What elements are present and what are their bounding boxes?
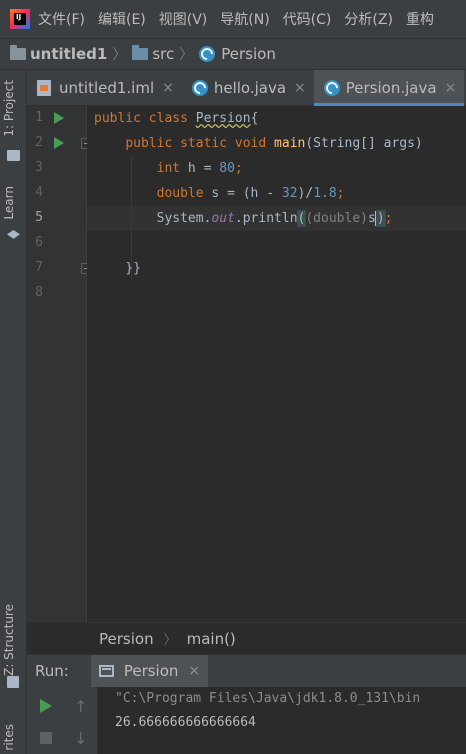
run-toolbar: ↑ ↓	[27, 687, 97, 754]
intellij-logo-icon: IJ	[10, 9, 30, 29]
code-crumb-method[interactable]: main()	[187, 630, 236, 648]
line-number: 1	[35, 110, 43, 125]
source-folder-icon	[132, 45, 149, 60]
run-label: Run:	[35, 662, 69, 680]
editor-gutter: 1 2 3 4 5 6 7 8	[27, 106, 92, 622]
java-class-icon	[199, 46, 216, 62]
editor-tabs: untitled1.iml × hello.java × Persion.jav…	[27, 70, 466, 106]
java-class-icon	[191, 80, 208, 96]
java-class-icon	[323, 80, 340, 96]
run-main-icon[interactable]	[54, 137, 64, 149]
console-output-line: 26.666666666666664	[115, 715, 256, 730]
rerun-icon[interactable]	[40, 699, 52, 713]
menu-view[interactable]: 视图(V)	[159, 9, 208, 29]
run-tab-persion[interactable]: Persion ×	[90, 654, 209, 688]
breadcrumb-src[interactable]: src	[152, 45, 174, 63]
menu-bar: IJ 文件(F) 编辑(E) 视图(V) 导航(N) 代码(C) 分析(Z) 重…	[0, 0, 466, 38]
tab-label: Persion.java	[345, 79, 437, 97]
line-number: 4	[35, 185, 43, 200]
run-tab-label: Persion	[123, 662, 179, 680]
line-number-current: 5	[35, 210, 43, 225]
close-icon[interactable]: ×	[445, 80, 457, 96]
stop-icon[interactable]	[40, 732, 52, 744]
console-icon	[98, 665, 114, 677]
structure-icon	[7, 676, 19, 688]
code-line-5: System.out.println((double)s);	[156, 210, 393, 227]
tab-hello-java[interactable]: hello.java ×	[182, 70, 314, 106]
menu-file[interactable]: 文件(F)	[38, 9, 85, 29]
tab-label: hello.java	[213, 79, 287, 97]
tab-untitled1-iml[interactable]: untitled1.iml ×	[27, 70, 182, 106]
tab-label: untitled1.iml	[59, 79, 155, 97]
breadcrumb-project[interactable]: untitled1	[30, 45, 107, 63]
run-console[interactable]: "C:\Program Files\Java\jdk1.8.0_131\bin …	[97, 687, 466, 754]
chevron-right-icon: 〉	[112, 47, 127, 63]
code-line-2: public static void main(String[] args)	[125, 136, 423, 151]
run-class-icon[interactable]	[54, 112, 64, 124]
line-number: 2	[35, 135, 43, 150]
breadcrumb: untitled1 〉 src 〉 Persion	[0, 38, 466, 70]
menu-refactor[interactable]: 重构	[406, 9, 434, 29]
chevron-right-icon: 〉	[179, 47, 194, 63]
left-tool-strip: 1: Project Learn Z: Structure rites	[0, 70, 27, 754]
line-number: 6	[35, 235, 43, 250]
menu-code[interactable]: 代码(C)	[283, 9, 332, 29]
menu-edit[interactable]: 编辑(E)	[98, 9, 146, 29]
project-folder-icon	[10, 45, 26, 60]
code-line-3: int h = 80;	[156, 161, 243, 176]
arrow-down-icon[interactable]: ↓	[74, 729, 87, 748]
console-command-line: "C:\Program Files\Java\jdk1.8.0_131\bin	[115, 691, 421, 706]
project-folder-icon	[7, 150, 20, 161]
close-icon[interactable]: ×	[162, 80, 174, 96]
line-number: 3	[35, 160, 43, 175]
project-tool-tab[interactable]: 1: Project	[2, 80, 16, 137]
tab-persion-java[interactable]: Persion.java ×	[313, 70, 465, 106]
chevron-right-icon: 〉	[163, 633, 177, 648]
code-breadcrumb: Persion 〉 main()	[27, 622, 466, 654]
run-window-header: Run: Persion ×	[27, 654, 466, 688]
favorites-tool-tab[interactable]: rites	[2, 724, 16, 751]
graduation-cap-icon	[7, 230, 20, 239]
line-number: 8	[35, 285, 43, 300]
code-line-1: public class Persion{	[94, 111, 259, 126]
module-file-icon	[37, 80, 51, 96]
code-line-4: double s = (h - 32)/1.8;	[156, 186, 345, 201]
class-name: Persion	[195, 111, 251, 126]
close-icon[interactable]: ×	[188, 663, 200, 679]
arrow-up-icon[interactable]: ↑	[74, 697, 87, 716]
code-line-7: }}	[125, 261, 141, 276]
learn-tool-tab[interactable]: Learn	[2, 186, 16, 220]
menu-analyze[interactable]: 分析(Z)	[344, 9, 393, 29]
structure-tool-tab[interactable]: Z: Structure	[2, 604, 16, 676]
breadcrumb-class[interactable]: Persion	[221, 45, 276, 63]
code-editor[interactable]: public class Persion{ public static void…	[87, 106, 466, 622]
close-icon[interactable]: ×	[294, 80, 306, 96]
menu-navigate[interactable]: 导航(N)	[220, 9, 269, 29]
line-number: 7	[35, 260, 43, 275]
code-crumb-class[interactable]: Persion	[99, 630, 154, 648]
